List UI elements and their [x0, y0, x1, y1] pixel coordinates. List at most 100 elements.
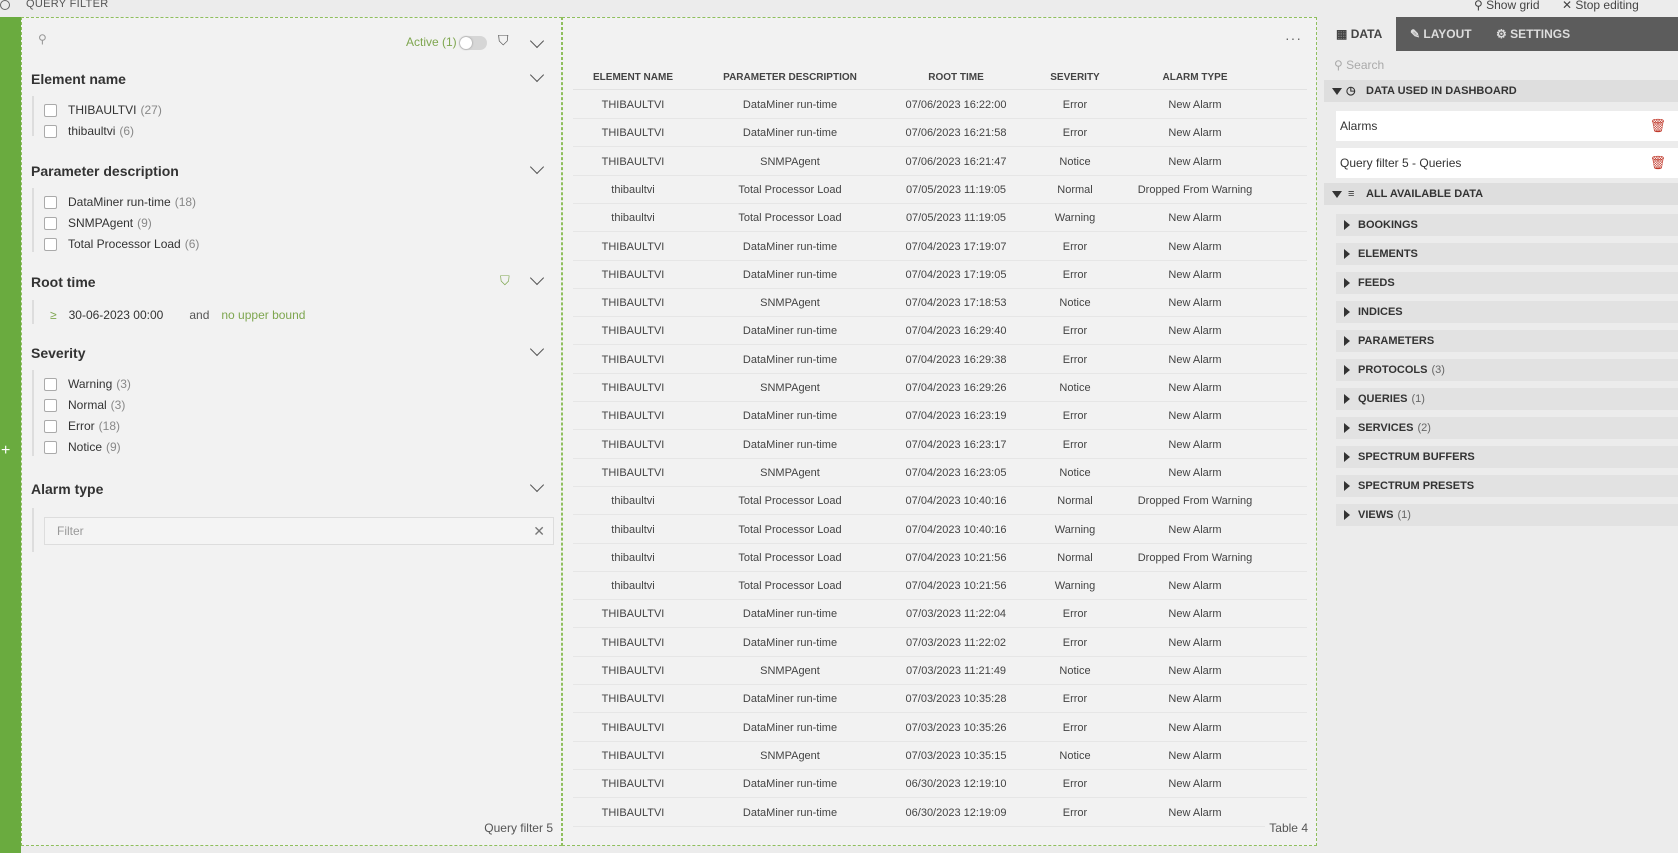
category-indices[interactable]: INDICES	[1336, 301, 1678, 323]
delete-icon[interactable]: 🗑	[1649, 148, 1666, 178]
category-protocols[interactable]: PROTOCOLS (3)	[1336, 359, 1678, 381]
table-row[interactable]: THIBAULTVI SNMPAgent 07/04/2023 16:29:26 No…	[573, 374, 1307, 402]
table-row[interactable]: THIBAULTVI SNMPAgent 07/03/2023 11:21:49 No…	[573, 657, 1307, 685]
column-header-element-name[interactable]: ELEMENT NAME	[573, 72, 693, 83]
option-param-dataminer[interactable]: DataMiner run-time (18)	[44, 195, 196, 209]
table-row[interactable]: THIBAULTVI SNMPAgent 07/03/2023 10:35:15 No…	[573, 742, 1307, 770]
column-header-root-time[interactable]: ROOT TIME	[885, 72, 1027, 83]
option-severity-error[interactable]: Error (18)	[44, 419, 120, 433]
checkbox[interactable]	[44, 377, 57, 391]
table-row[interactable]: THIBAULTVI DataMiner run-time 07/03/2023 1…	[573, 714, 1307, 742]
table-row[interactable]: THIBAULTVI DataMiner run-time 06/30/2023 1…	[573, 799, 1307, 827]
table-row[interactable]: thibaultvi Total Processor Load 07/05/2023…	[573, 176, 1307, 204]
category-services[interactable]: SERVICES (2)	[1336, 417, 1678, 439]
table-row[interactable]: THIBAULTVI DataMiner run-time 07/04/2023 1…	[573, 346, 1307, 374]
root-time-range[interactable]: ≥ 30-06-2023 00:00 and no upper bound	[50, 308, 305, 322]
table-row[interactable]: THIBAULTVI SNMPAgent 07/06/2023 16:21:47 No…	[573, 148, 1307, 176]
option-severity-notice[interactable]: Notice (9)	[44, 440, 121, 454]
table-row[interactable]: THIBAULTVI DataMiner run-time 07/06/2023 1…	[573, 91, 1307, 119]
table-row[interactable]: THIBAULTVI DataMiner run-time 07/04/2023 1…	[573, 317, 1307, 346]
group-data-used[interactable]: ◷ DATA USED IN DASHBOARD	[1324, 80, 1678, 102]
stop-editing-button[interactable]: ✕ Stop editing	[1562, 0, 1639, 12]
clear-filter-icon[interactable]: ⛉	[500, 273, 510, 289]
table-row[interactable]: THIBAULTVI DataMiner run-time 07/03/2023 1…	[573, 685, 1307, 714]
table-row[interactable]: THIBAULTVI DataMiner run-time 07/04/2023 1…	[573, 431, 1307, 459]
delete-icon[interactable]: 🗑	[1649, 111, 1666, 141]
category-spectrum-presets[interactable]: SPECTRUM PRESETS	[1336, 475, 1678, 497]
add-icon[interactable]: +	[1, 442, 10, 460]
option-param-snmpagent[interactable]: SNMPAgent (9)	[44, 216, 152, 230]
tab-label: LAYOUT	[1423, 27, 1472, 41]
table-row[interactable]: THIBAULTVI SNMPAgent 07/04/2023 16:23:05 No…	[573, 459, 1307, 487]
checkbox[interactable]	[44, 195, 57, 209]
category-feeds[interactable]: FEEDS	[1336, 272, 1678, 294]
chevron-down-icon[interactable]	[529, 270, 545, 286]
chevron-down-icon[interactable]	[529, 477, 545, 493]
category-queries[interactable]: QUERIES (1)	[1336, 388, 1678, 410]
checkbox[interactable]	[44, 237, 57, 251]
table-row[interactable]: thibaultvi Total Processor Load 07/04/2023…	[573, 516, 1307, 544]
option-param-total-processor-load[interactable]: Total Processor Load (6)	[44, 237, 199, 251]
category-count: (1)	[1411, 393, 1425, 405]
table-row[interactable]: THIBAULTVI DataMiner run-time 07/04/2023 1…	[573, 402, 1307, 431]
checkbox[interactable]	[44, 398, 57, 412]
cell-severity: Warning	[1054, 523, 1096, 536]
data-search-input[interactable]: ⚲ Search	[1334, 58, 1384, 72]
tab-data[interactable]: ▦ DATA	[1324, 17, 1396, 51]
column-header-severity[interactable]: SEVERITY	[1031, 72, 1119, 83]
table-row[interactable]: thibaultvi Total Processor Load 07/04/2023…	[573, 572, 1307, 601]
table-row[interactable]: THIBAULTVI DataMiner run-time 07/04/2023 1…	[573, 233, 1307, 261]
checkbox[interactable]	[44, 440, 57, 454]
clear-icon[interactable]: ✕	[533, 518, 545, 544]
table-row[interactable]: thibaultvi Total Processor Load 07/04/2023…	[573, 544, 1307, 572]
cell-alarm-type: New Alarm	[1168, 353, 1222, 366]
table-row[interactable]: THIBAULTVI SNMPAgent 07/04/2023 17:18:53 No…	[573, 289, 1307, 318]
checkbox[interactable]	[44, 216, 57, 230]
cell-alarm-type: New Alarm	[1168, 212, 1222, 225]
category-name: PROTOCOLS	[1358, 364, 1428, 376]
active-toggle[interactable]	[459, 36, 487, 50]
search-icon[interactable]: ⚲	[38, 32, 47, 46]
column-header-alarm-type[interactable]: ALARM TYPE	[1119, 72, 1271, 83]
group-all-available[interactable]: ≡ ALL AVAILABLE DATA	[1324, 183, 1678, 205]
option-label: SNMPAgent	[68, 216, 134, 230]
chevron-down-icon[interactable]	[529, 67, 545, 83]
more-options-icon[interactable]: ···	[1285, 30, 1302, 46]
category-bookings[interactable]: BOOKINGS	[1336, 214, 1678, 236]
chevron-down-icon[interactable]	[529, 159, 545, 175]
option-severity-normal[interactable]: Normal (3)	[44, 398, 125, 412]
category-parameters[interactable]: PARAMETERS	[1336, 330, 1678, 352]
chevron-down-icon[interactable]	[529, 341, 545, 357]
table-row[interactable]: thibaultvi Total Processor Load 07/04/2023…	[573, 487, 1307, 516]
table-row[interactable]: THIBAULTVI DataMiner run-time 07/04/2023 1…	[573, 261, 1307, 289]
chevron-down-icon[interactable]	[529, 33, 545, 49]
table-row[interactable]: THIBAULTVI DataMiner run-time 07/06/2023 1…	[573, 119, 1307, 148]
search-placeholder: Search	[1346, 58, 1385, 72]
upper-bound-value[interactable]: no upper bound	[221, 308, 305, 322]
lower-bound-value[interactable]: 30-06-2023 00:00	[69, 308, 164, 322]
checkbox[interactable]	[44, 103, 57, 117]
category-spectrum-buffers[interactable]: SPECTRUM BUFFERS	[1336, 446, 1678, 468]
table-row[interactable]: THIBAULTVI DataMiner run-time 07/03/2023 1…	[573, 629, 1307, 657]
data-source-query-filter[interactable]: Query filter 5 - Queries 🗑	[1336, 148, 1678, 178]
checkbox[interactable]	[44, 419, 57, 433]
category-name: PARAMETERS	[1358, 335, 1435, 347]
data-source-alarms[interactable]: Alarms 🗑	[1336, 111, 1678, 141]
table-row[interactable]: THIBAULTVI DataMiner run-time 07/03/2023 1…	[573, 600, 1307, 629]
category-elements[interactable]: ELEMENTS	[1336, 243, 1678, 265]
table-row[interactable]: THIBAULTVI DataMiner run-time 06/30/2023 1…	[573, 770, 1307, 799]
cell-element-name: THIBAULTVI	[601, 749, 665, 762]
alarm-type-filter-input[interactable]: Filter ✕	[44, 517, 554, 545]
option-element-THIBAULTVI[interactable]: THIBAULTVI (27)	[44, 103, 162, 117]
category-views[interactable]: VIEWS (1)	[1336, 504, 1678, 526]
option-severity-warning[interactable]: Warning (3)	[44, 377, 131, 391]
tab-settings[interactable]: ⚙ SETTINGS	[1496, 17, 1596, 51]
checkbox[interactable]	[44, 124, 57, 138]
column-header-parameter-description[interactable]: PARAMETER DESCRIPTION	[695, 72, 885, 83]
filter-icon[interactable]: ⛉	[498, 32, 509, 49]
show-grid-button[interactable]: ⚲ Show grid	[1474, 0, 1540, 12]
tab-layout[interactable]: ✎ LAYOUT	[1410, 17, 1500, 51]
table-row[interactable]: thibaultvi Total Processor Load 07/05/2023…	[573, 204, 1307, 233]
cell-element-name: thibaultvi	[611, 580, 655, 593]
option-element-thibaultvi[interactable]: thibaultvi (6)	[44, 124, 134, 138]
